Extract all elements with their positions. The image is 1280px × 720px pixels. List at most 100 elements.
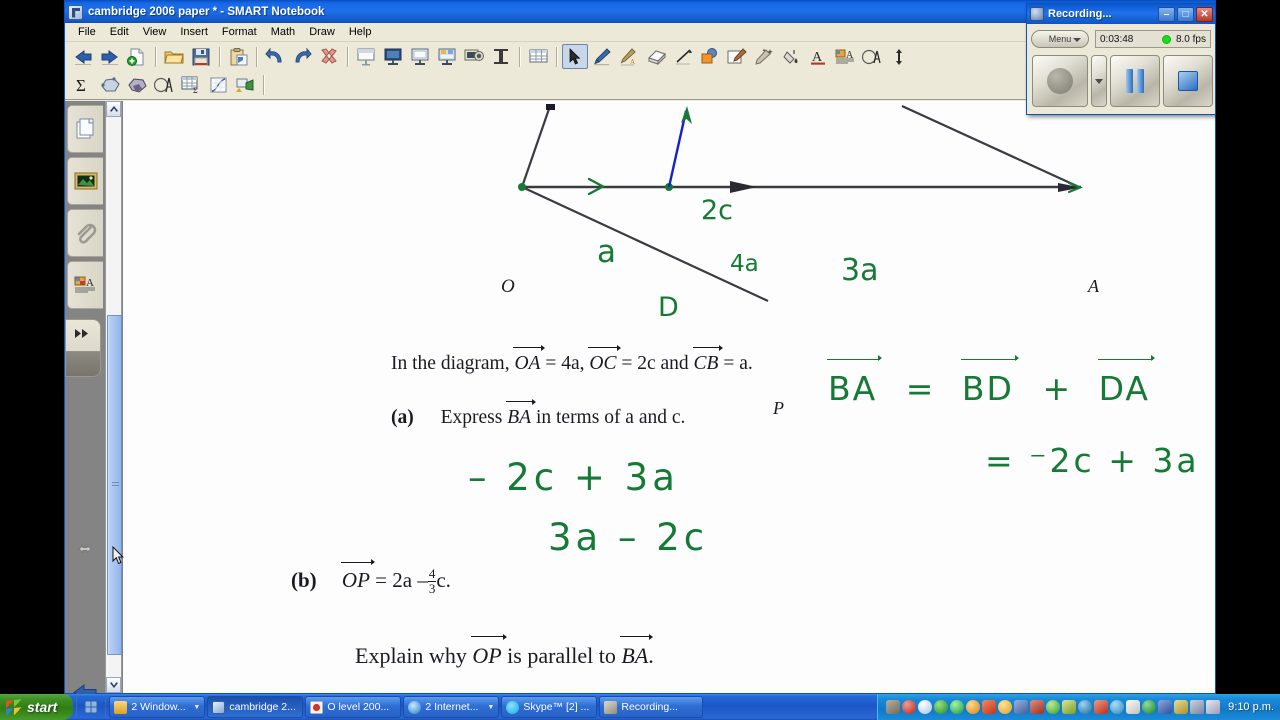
- screen-capture-icon[interactable]: [461, 44, 487, 69]
- equation-sigma-icon[interactable]: Σ: [70, 73, 96, 98]
- delete-icon[interactable]: [316, 44, 342, 69]
- undo-icon[interactable]: [262, 44, 288, 69]
- table-icon[interactable]: [525, 44, 551, 69]
- full-screen-icon[interactable]: [380, 44, 406, 69]
- menu-item-math[interactable]: Math: [264, 24, 302, 40]
- fill-bucket-icon[interactable]: [778, 44, 804, 69]
- stop-button[interactable]: [1163, 55, 1213, 107]
- tray-icon-20[interactable]: [1190, 700, 1205, 714]
- properties-tab[interactable]: A: [67, 261, 103, 309]
- move-toolbar-icon[interactable]: [886, 44, 912, 69]
- tray-icon-9[interactable]: [1014, 700, 1029, 714]
- menu-item-format[interactable]: Format: [215, 24, 264, 40]
- page-scrollbar[interactable]: [105, 101, 122, 693]
- properties-icon[interactable]: A: [832, 44, 858, 69]
- transparent-background-icon[interactable]: [434, 44, 460, 69]
- tray-icon-11[interactable]: [1046, 700, 1061, 714]
- taskitem-internet-explorer[interactable]: 2 Internet... ▼: [403, 696, 500, 718]
- graph-icon[interactable]: [205, 73, 231, 98]
- font-color-icon[interactable]: A: [805, 44, 831, 69]
- notebook-page-canvas[interactable]: O A P D a 4a 3a 2c In the diagram, OA = …: [123, 101, 1215, 693]
- tray-icon-12[interactable]: [1062, 700, 1077, 714]
- tray-icon-4[interactable]: [934, 700, 949, 714]
- hw-vector-da: DA: [1097, 354, 1156, 408]
- taskitem-recording[interactable]: Recording...: [599, 696, 704, 718]
- line-icon[interactable]: [670, 44, 696, 69]
- dual-page-icon[interactable]: [407, 44, 433, 69]
- compass-icon[interactable]: [151, 73, 177, 98]
- record-options-button[interactable]: [1091, 55, 1107, 107]
- tray-icon-17[interactable]: [1142, 700, 1157, 714]
- menu-item-insert[interactable]: Insert: [173, 24, 215, 40]
- magic-pen-icon[interactable]: [751, 44, 777, 69]
- pause-button[interactable]: [1110, 55, 1160, 107]
- tray-icon-2[interactable]: [902, 700, 917, 714]
- record-button[interactable]: [1032, 55, 1088, 107]
- shape-irregular-icon[interactable]: [97, 73, 123, 98]
- chevron-down-icon[interactable]: ▼: [193, 704, 200, 711]
- table-sum-icon[interactable]: Σ: [178, 73, 204, 98]
- tray-icon-8[interactable]: [998, 700, 1013, 714]
- taskitem-windows-explorer[interactable]: 2 Window... ▼: [109, 696, 206, 718]
- shapes-icon[interactable]: [697, 44, 723, 69]
- shape-filled-icon[interactable]: [124, 73, 150, 98]
- quicklaunch-show-desktop-icon[interactable]: [80, 695, 102, 719]
- scroll-up-button[interactable]: [106, 101, 121, 117]
- menu-item-file[interactable]: File: [71, 24, 103, 40]
- tray-icon-3[interactable]: [918, 700, 933, 714]
- ink-label-2c: 2c: [701, 195, 734, 226]
- tray-icon-6[interactable]: [966, 700, 981, 714]
- menu-item-draw[interactable]: Draw: [302, 24, 342, 40]
- insert-table-bar-icon[interactable]: [488, 44, 514, 69]
- taskitem-o-level-pdf[interactable]: O level 200...: [305, 696, 402, 718]
- paste-icon[interactable]: [225, 44, 251, 69]
- tray-icon-16[interactable]: [1126, 700, 1141, 714]
- tray-icon-1[interactable]: [886, 700, 901, 714]
- tray-icon-14[interactable]: [1094, 700, 1109, 714]
- tray-icon-5[interactable]: [950, 700, 965, 714]
- resize-handle[interactable]: [71, 535, 99, 563]
- tray-icon-15[interactable]: [1110, 700, 1125, 714]
- forward-arrow-icon[interactable]: [97, 44, 123, 69]
- creative-pen-icon[interactable]: A: [616, 44, 642, 69]
- tray-icon-18[interactable]: [1158, 700, 1173, 714]
- taskbar-clock[interactable]: 9:10 p.m.: [1228, 701, 1274, 713]
- question-part-b: (b) OP = 2a –4 3 c.: [291, 559, 451, 595]
- taskitem-skype[interactable]: Skype™ [2] ...: [501, 696, 598, 718]
- gallery-icon[interactable]: [232, 73, 258, 98]
- pen-icon[interactable]: [589, 44, 615, 69]
- open-folder-icon[interactable]: [161, 44, 187, 69]
- tray-icon-13[interactable]: [1078, 700, 1093, 714]
- scrollbar-thumb[interactable]: [107, 315, 122, 655]
- menu-item-help[interactable]: Help: [342, 24, 379, 40]
- taskitem-cambridge-notebook[interactable]: cambridge 2...: [207, 696, 304, 718]
- recording-minimize-button[interactable]: –: [1158, 6, 1175, 22]
- recording-menu-button[interactable]: Menu: [1031, 30, 1089, 48]
- menu-item-view[interactable]: View: [136, 24, 174, 40]
- scroll-down-button[interactable]: [106, 677, 121, 693]
- gallery-tab[interactable]: [67, 157, 103, 205]
- save-icon[interactable]: [188, 44, 214, 69]
- collapse-panel-button[interactable]: [65, 319, 101, 377]
- eraser-icon[interactable]: [643, 44, 669, 69]
- tray-icon-19[interactable]: [1174, 700, 1189, 714]
- menu-item-edit[interactable]: Edit: [103, 24, 136, 40]
- measurement-tools-icon[interactable]: [859, 44, 885, 69]
- tray-icon-7[interactable]: [982, 700, 997, 714]
- page-sorter-tab[interactable]: [67, 105, 103, 153]
- recording-close-button[interactable]: ✕: [1196, 6, 1213, 22]
- attachments-tab[interactable]: [67, 209, 103, 257]
- shape-pen-icon[interactable]: [724, 44, 750, 69]
- recording-maximize-button[interactable]: □: [1177, 6, 1194, 22]
- tray-icon-21[interactable]: [1206, 700, 1221, 714]
- redo-icon[interactable]: [289, 44, 315, 69]
- back-arrow-icon[interactable]: [70, 44, 96, 69]
- add-page-icon[interactable]: [124, 44, 150, 69]
- ink-label-a-small: a: [597, 234, 616, 270]
- screen-shade-icon[interactable]: [353, 44, 379, 69]
- select-pointer-icon[interactable]: [562, 44, 588, 69]
- chevron-down-icon[interactable]: ▼: [487, 704, 494, 711]
- start-button[interactable]: start: [0, 694, 74, 720]
- recording-titlebar[interactable]: Recording... – □ ✕: [1027, 4, 1215, 24]
- tray-icon-10[interactable]: [1030, 700, 1045, 714]
